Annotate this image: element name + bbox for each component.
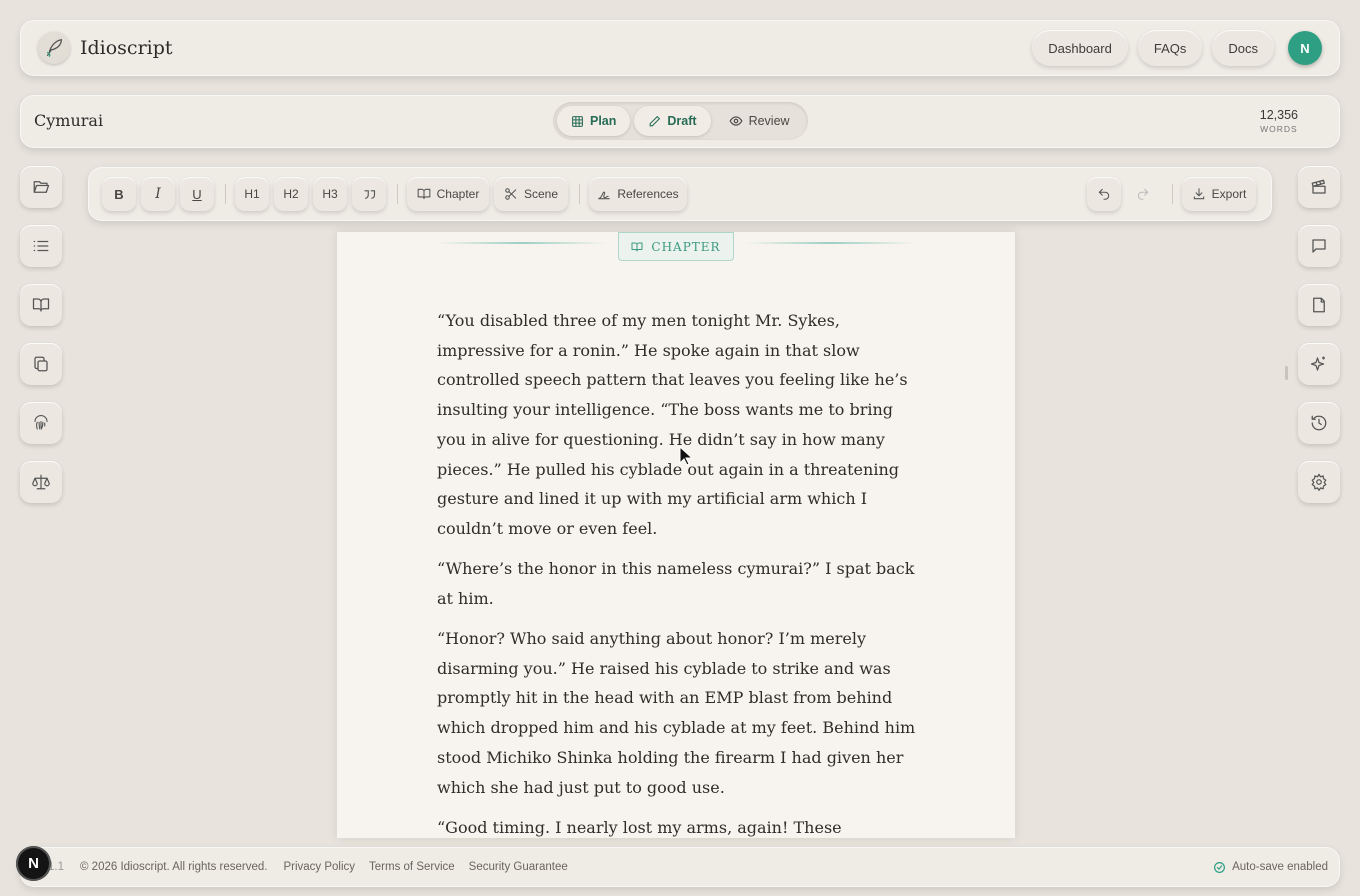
word-count: 12,356 WORDS [1260, 108, 1298, 134]
export-button[interactable]: Export [1182, 177, 1256, 211]
bold-button[interactable]: B [102, 177, 136, 211]
references-button[interactable]: References [589, 177, 687, 211]
mode-draft-label: Draft [667, 114, 697, 128]
project-bar: Cymurai Plan Draft Review 12,356 WORDS [20, 95, 1340, 148]
paragraph[interactable]: “Where’s the honor in this nameless cymu… [437, 554, 917, 613]
mode-plan-tab[interactable]: Plan [557, 106, 631, 136]
book-icon[interactable] [20, 284, 62, 326]
heading3-button[interactable]: H3 [313, 177, 347, 211]
toolbar-divider [397, 184, 398, 204]
chapter-divider-left [437, 242, 607, 244]
references-button-label: References [617, 187, 679, 201]
pencil-icon [650, 115, 661, 126]
scales-icon[interactable] [20, 461, 62, 503]
mode-plan-label: Plan [590, 114, 617, 128]
terms-of-service-link[interactable]: Terms of Service [369, 861, 455, 873]
book-icon [417, 188, 430, 200]
chapter-button[interactable]: Chapter [407, 177, 489, 211]
scissors-icon [505, 188, 517, 200]
mouse-cursor-icon [679, 446, 693, 466]
fingerprint-icon[interactable] [20, 402, 62, 444]
heading1-button[interactable]: H1 [235, 177, 269, 211]
autosave-label: Auto-save enabled [1232, 861, 1328, 873]
mode-switcher: Plan Draft Review [553, 102, 808, 140]
clapperboard-icon[interactable] [1298, 166, 1340, 208]
quote-icon [364, 189, 375, 199]
dashboard-button[interactable]: Dashboard [1032, 30, 1128, 66]
copyright: © 2026 Idioscript. All rights reserved. [80, 861, 268, 873]
chapter-marker-label: CHAPTER [651, 239, 721, 254]
underline-button[interactable]: U [180, 177, 214, 211]
redo-icon [1137, 188, 1149, 200]
project-title: Cymurai [34, 111, 104, 130]
word-count-value: 12,356 [1259, 108, 1298, 122]
privacy-policy-link[interactable]: Privacy Policy [283, 861, 355, 873]
scene-button[interactable]: Scene [494, 177, 568, 211]
chapter-marker[interactable]: CHAPTER [618, 232, 734, 261]
editor-page[interactable]: CHAPTER “You disabled three of my men to… [337, 232, 1015, 838]
italic-button[interactable]: I [141, 177, 175, 211]
word-count-label: WORDS [1260, 124, 1298, 134]
paragraph[interactable]: “Honor? Who said anything about honor? I… [437, 624, 917, 802]
book-icon [631, 242, 643, 251]
comment-icon[interactable] [1298, 225, 1340, 267]
scene-button-label: Scene [523, 187, 559, 201]
undo-icon [1098, 188, 1110, 200]
top-navbar: Idioscript Dashboard FAQs Docs N [20, 20, 1340, 76]
autosave-status: Auto-save enabled [1213, 861, 1328, 874]
settings-icon[interactable] [1298, 461, 1340, 503]
signature-icon [598, 191, 611, 200]
app-name[interactable]: Idioscript [80, 37, 173, 59]
undo-button[interactable] [1087, 177, 1121, 211]
mode-draft-tab[interactable]: Draft [634, 106, 711, 136]
quote-button[interactable] [352, 177, 386, 211]
mode-review-label: Review [748, 114, 790, 128]
manuscript-text[interactable]: “You disabled three of my men tonight Mr… [437, 306, 917, 838]
grid-icon [572, 115, 583, 127]
format-toolbar: B I U H1 H2 H3 Chapter Scene References … [88, 167, 1272, 221]
eye-icon [729, 116, 743, 126]
docs-button[interactable]: Docs [1212, 30, 1274, 66]
chapter-divider-right [745, 242, 915, 244]
quill-logo-icon[interactable] [38, 32, 70, 64]
export-button-label: Export [1211, 187, 1247, 201]
mode-review-tab[interactable]: Review [715, 106, 804, 136]
toolbar-divider [225, 184, 226, 204]
user-avatar[interactable]: N [1288, 31, 1322, 65]
folder-icon[interactable] [20, 166, 62, 208]
chapter-button-label: Chapter [436, 187, 480, 201]
security-guarantee-link[interactable]: Security Guarantee [469, 861, 568, 873]
paragraph[interactable]: “Good timing. I nearly lost my arms, aga… [437, 813, 917, 838]
download-icon [1193, 188, 1204, 200]
nextjs-dev-badge[interactable]: N [16, 846, 51, 881]
scroll-indicator[interactable] [1285, 366, 1288, 380]
list-icon[interactable] [20, 225, 62, 267]
history-icon[interactable] [1298, 402, 1340, 444]
faqs-button[interactable]: FAQs [1137, 30, 1203, 66]
check-circle-icon [1214, 861, 1226, 873]
redo-button[interactable] [1126, 177, 1160, 211]
copy-icon[interactable] [20, 343, 62, 385]
heading2-button[interactable]: H2 [274, 177, 308, 211]
toolbar-divider [579, 184, 580, 204]
paragraph[interactable]: “You disabled three of my men tonight Mr… [437, 306, 917, 544]
note-icon[interactable] [1298, 284, 1340, 326]
sparkle-icon[interactable] [1298, 343, 1340, 385]
footer: 1.1 © 2026 Idioscript. All rights reserv… [20, 847, 1340, 887]
toolbar-divider [1172, 184, 1173, 204]
